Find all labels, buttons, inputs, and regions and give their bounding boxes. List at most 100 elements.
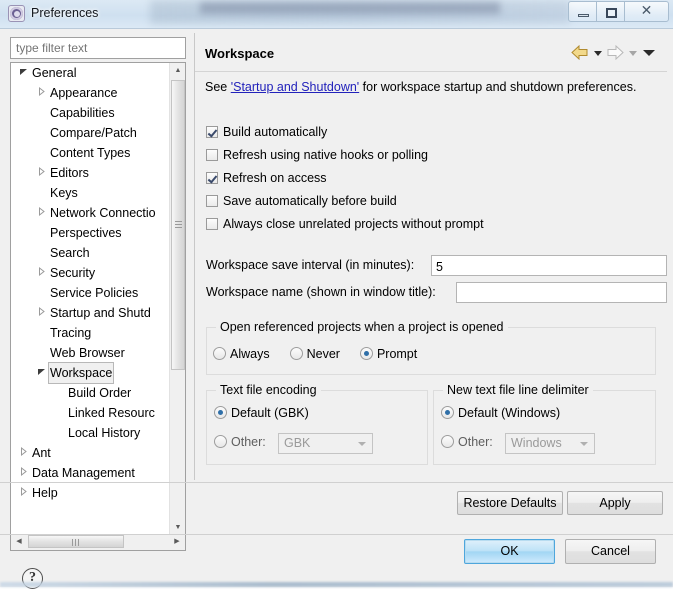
tree-item-network-connectio[interactable]: Network Connectio [11,203,169,223]
tree-item-content-types[interactable]: Content Types [11,143,169,163]
tree-item-linked-resourc[interactable]: Linked Resourc [11,403,169,423]
apply-button[interactable]: Apply [567,491,663,515]
horizontal-scroll-thumb[interactable] [28,535,124,548]
vertical-scroll-thumb[interactable] [171,80,185,370]
radio-encoding-default[interactable] [214,406,227,419]
expander-closed-icon[interactable] [35,164,48,184]
window-bottom-edge [0,582,673,587]
radio-row-encoding-other[interactable]: Other: [214,435,266,449]
ok-button[interactable]: OK [464,539,555,564]
tree-item-build-order[interactable]: Build Order [11,383,169,403]
tree-item-perspectives[interactable]: Perspectives [11,223,169,243]
expander-closed-icon[interactable] [35,264,48,284]
radio-row-delimiter-default[interactable]: Default (Windows) [441,406,560,420]
tree-item-label: Editors [50,166,89,180]
save-interval-label: Workspace save interval (in minutes): [206,258,415,272]
checkbox-refresh-native-hooks[interactable] [206,149,218,161]
save-interval-input[interactable] [431,255,667,276]
tree-item-label: Search [50,246,90,260]
radio-row-always[interactable]: Always [213,347,270,361]
tree-item-appearance[interactable]: Appearance [11,83,169,103]
radio-row-prompt[interactable]: Prompt [359,347,417,361]
scroll-right-icon[interactable]: ▶ [169,534,185,549]
checkbox-label: Refresh on access [223,171,327,185]
radio-delimiter-other[interactable] [441,435,454,448]
expander-closed-icon[interactable] [35,204,48,224]
radio-delimiter-default[interactable] [441,406,454,419]
delimiter-title: New text file line delimiter [443,383,593,397]
restore-defaults-button[interactable]: Restore Defaults [457,491,563,515]
page-navigation [571,44,656,61]
tree-item-workspace[interactable]: Workspace [11,362,169,384]
tree-item-service-policies[interactable]: Service Policies [11,283,169,303]
radio-encoding-other[interactable] [214,435,227,448]
cancel-button[interactable]: Cancel [565,539,656,564]
tree-item-compare-patch[interactable]: Compare/Patch [11,123,169,143]
checkbox-save-before-build[interactable] [206,195,218,207]
tree-vertical-scrollbar[interactable]: ▲ ▼ [169,63,185,536]
tree-item-security[interactable]: Security [11,263,169,283]
radio-label: Default (Windows) [458,406,561,420]
tree-item-editors[interactable]: Editors [11,163,169,183]
expander-closed-icon[interactable] [17,444,30,464]
tree-item-search[interactable]: Search [11,243,169,263]
checkbox-row-refresh-native-hooks[interactable]: Refresh using native hooks or polling [206,146,428,164]
tree-item-local-history[interactable]: Local History [11,423,169,443]
radio-label: Default (GBK) [231,406,309,420]
radio-always[interactable] [213,347,226,360]
maximize-button[interactable] [596,1,625,22]
expander-closed-icon[interactable] [17,484,30,504]
preference-page: Workspace See 'Startup and Shutdown' for… [194,33,667,480]
expander-closed-icon[interactable] [35,84,48,104]
workspace-name-input[interactable] [456,282,667,303]
filter-input-wrapper[interactable] [10,37,186,59]
radio-row-delimiter-other[interactable]: Other: [441,435,493,449]
startup-shutdown-link[interactable]: 'Startup and Shutdown' [231,80,359,94]
tree-item-startup-and-shutd[interactable]: Startup and Shutd [11,303,169,323]
radio-prompt[interactable] [359,347,373,360]
tree-item-keys[interactable]: Keys [11,183,169,203]
tree-item-data-management[interactable]: Data Management [11,463,169,483]
tree-item-capabilities[interactable]: Capabilities [11,103,169,123]
checkbox-build-automatically[interactable] [206,126,218,138]
radio-row-never[interactable]: Never [289,347,340,361]
back-arrow-icon[interactable] [571,44,589,61]
radio-label: Other: [458,435,493,449]
close-icon: ✕ [640,3,653,19]
tree-horizontal-scrollbar[interactable]: ◀ ▶ [10,534,186,551]
expander-open-icon[interactable] [17,64,30,84]
preferences-gear-icon [8,5,25,22]
checkbox-row-build-automatically[interactable]: Build automatically [206,123,327,141]
chevron-down-icon[interactable] [575,435,593,452]
tree-item-help[interactable]: Help [11,483,169,503]
scroll-up-icon[interactable]: ▲ [170,63,185,79]
checkbox-row-save-before-build[interactable]: Save automatically before build [206,192,397,210]
delimiter-combo-value: Windows [511,436,562,450]
checkbox-row-refresh-on-access[interactable]: Refresh on access [206,169,327,187]
back-dropdown-icon[interactable] [592,46,603,60]
preferences-tree[interactable]: General Appearance Capabilities Compare/Pat… [11,63,169,518]
checkbox-refresh-on-access[interactable] [206,172,218,184]
tree-item-label: Build Order [68,386,132,400]
tree-item-tracing[interactable]: Tracing [11,323,169,343]
tree-item-label: Network Connectio [50,206,156,220]
close-button[interactable]: ✕ [624,1,669,22]
radio-row-encoding-default[interactable]: Default (GBK) [214,406,309,420]
delimiter-combo[interactable]: Windows [505,433,595,454]
expander-closed-icon[interactable] [17,464,30,484]
tree-item-general[interactable]: General [11,63,169,83]
referenced-projects-title: Open referenced projects when a project … [216,320,508,334]
tree-item-web-browser[interactable]: Web Browser [11,343,169,363]
view-menu-icon[interactable] [641,46,656,60]
expander-closed-icon[interactable] [35,304,48,324]
minimize-button[interactable] [568,1,597,22]
filter-input[interactable] [11,38,185,58]
radio-never[interactable] [289,347,303,360]
encoding-combo[interactable]: GBK [278,433,373,454]
chevron-down-icon[interactable] [353,435,371,452]
checkbox-close-unrelated-projects[interactable] [206,218,218,230]
expander-open-icon[interactable] [35,364,48,384]
tree-item-ant[interactable]: Ant [11,443,169,463]
checkbox-row-close-unrelated-projects[interactable]: Always close unrelated projects without … [206,215,484,233]
scroll-left-icon[interactable]: ◀ [11,534,27,549]
